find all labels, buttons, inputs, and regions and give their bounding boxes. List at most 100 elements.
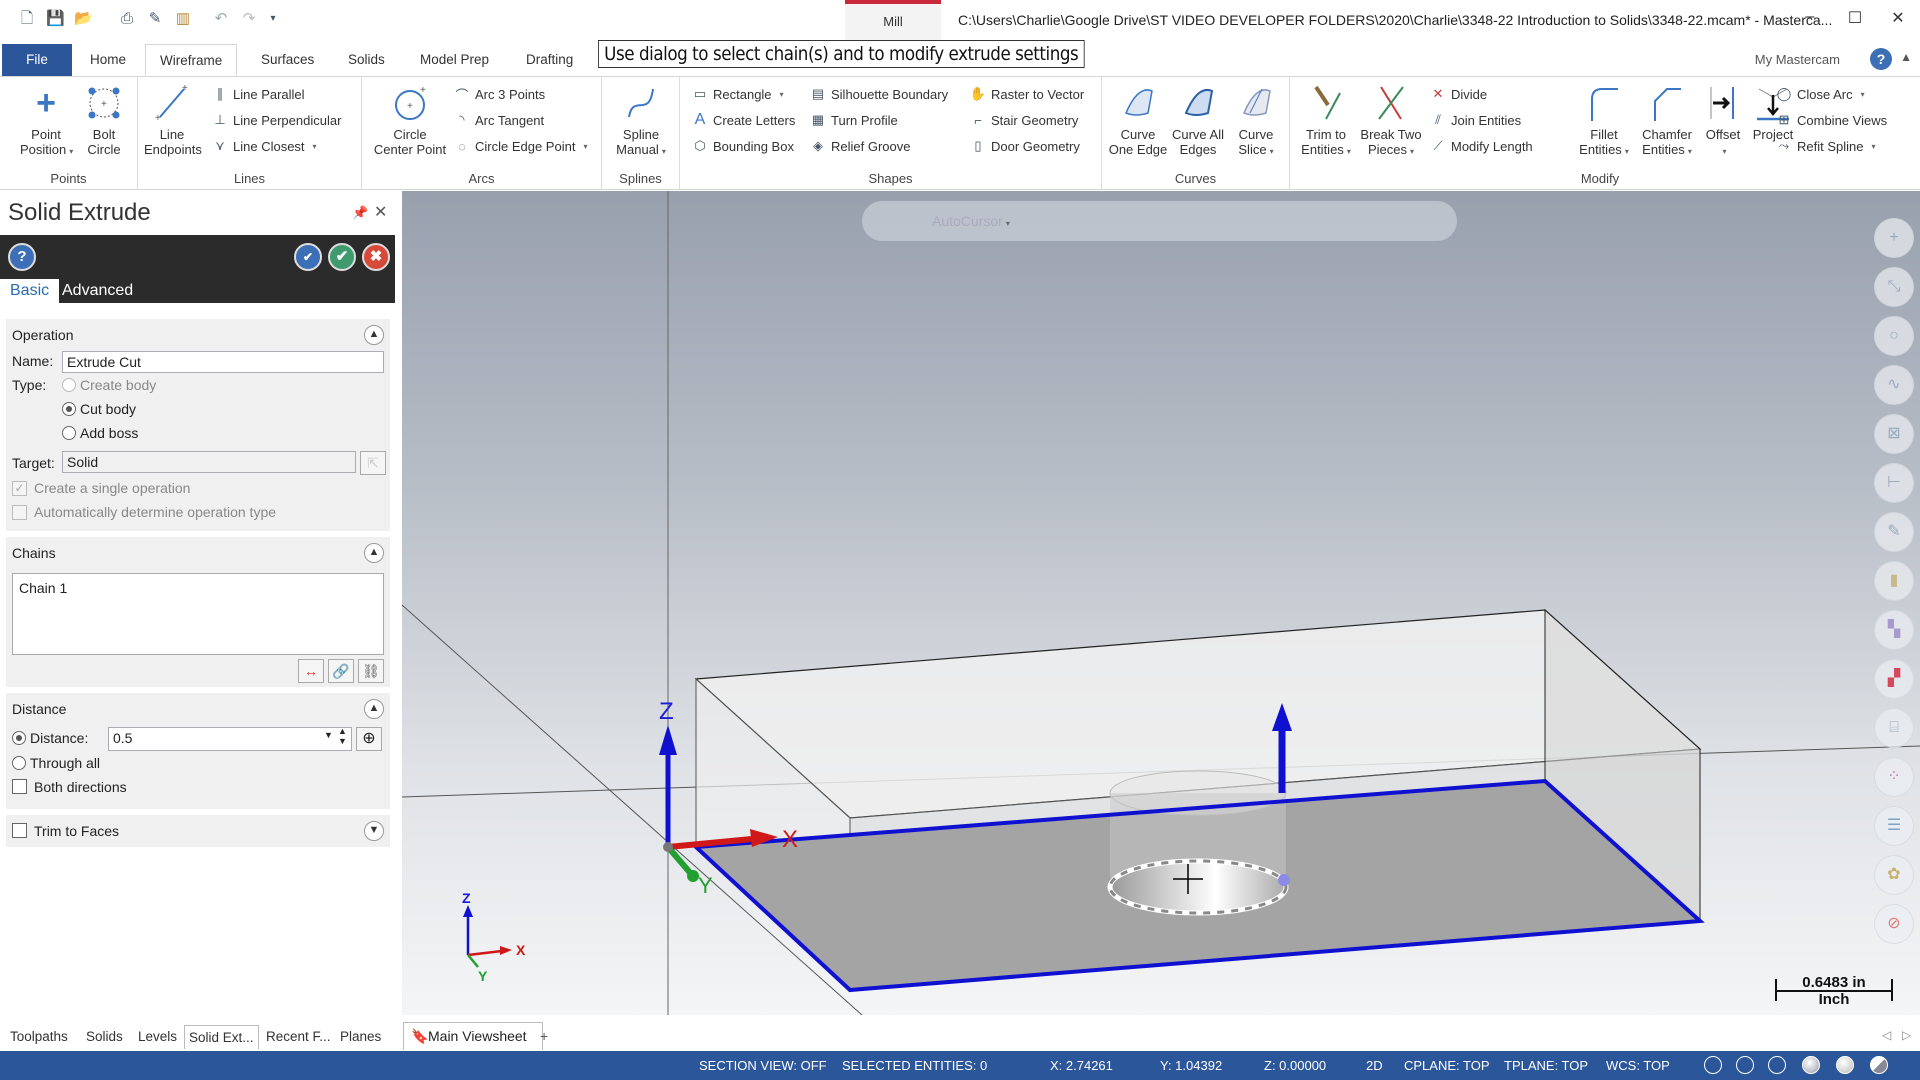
quick-mask-point-icon[interactable]: + [1874,218,1914,258]
arc-tangent-button[interactable]: ◝ Arc Tangent [454,109,544,131]
relief-groove-button[interactable]: ◈ Relief Groove [810,135,910,157]
distance-dropdown-icon[interactable]: ▼ [324,730,333,740]
rechain-button[interactable]: ⛓ [358,659,384,683]
join-entities-button[interactable]: ⫽ Join Entities [1430,109,1521,131]
select-target-button[interactable]: ⇱ [360,451,386,475]
name-input[interactable]: Extrude Cut [62,351,384,373]
circle-edge-point-button[interactable]: ◌ Circle Edge Point ▾ [454,135,587,157]
trim-to-faces-checkbox[interactable] [12,823,27,838]
reverse-chain-button[interactable]: ↔ [298,659,324,683]
quick-mask-layers-icon[interactable]: ☰ [1874,806,1914,846]
tab-planes[interactable]: Planes [336,1025,385,1049]
turn-profile-button[interactable]: ▦ Turn Profile [810,109,898,131]
modify-length-button[interactable]: ⟋ Modify Length [1430,135,1532,157]
collapse-ribbon-icon[interactable]: ▲ [1900,50,1912,64]
zip2go-icon[interactable]: ▥ [174,10,192,28]
section-view-status[interactable]: SECTION VIEW: OFF [699,1058,827,1073]
distance-radio[interactable] [12,731,26,745]
chain-list[interactable]: Chain 1 [12,573,384,655]
new-file-icon[interactable]: 🗋 [18,10,36,28]
minimize-button[interactable]: – [1800,8,1820,26]
close-panel-icon[interactable]: ✕ [374,202,387,222]
close-button[interactable]: ✕ [1888,8,1908,28]
scroll-left-icon[interactable]: ◁ [1882,1028,1891,1042]
create-letters-button[interactable]: A Create Letters [692,109,796,131]
mill-context-tab[interactable]: Mill [845,0,941,40]
expand-trim-button[interactable]: ▼ [364,821,384,841]
quick-mask-level-icon[interactable]: ▚ [1874,610,1914,650]
undo-icon[interactable]: ↶ [212,10,230,28]
close-arc-button[interactable]: ◯ Close Arc ▾ [1776,83,1865,105]
redo-icon[interactable]: ↷ [240,10,258,28]
add-viewsheet-button[interactable]: + [540,1028,548,1044]
tab-recent-functions[interactable]: Recent F... [262,1025,335,1049]
quick-mask-arc-icon[interactable]: ○ [1874,316,1914,356]
add-chain-button[interactable]: 🔗 [328,659,354,683]
chain-item[interactable]: Chain 1 [19,580,67,596]
silhouette-boundary-button[interactable]: ▤ Silhouette Boundary [810,83,948,105]
tab-advanced[interactable]: Advanced [52,279,143,303]
tab-solids-manager[interactable]: Solids [82,1025,127,1049]
collapse-operation-button[interactable]: ▲ [364,325,384,345]
distance-spinner-icon[interactable]: ▲ ▼ [338,726,347,746]
tab-model-prep[interactable]: Model Prep [406,44,503,76]
tab-file[interactable]: File [2,44,72,76]
arc-3-points-button[interactable]: ⌒ Arc 3 Points [454,83,545,105]
stair-geometry-button[interactable]: ⌐ Stair Geometry [970,109,1078,131]
spline-manual-button[interactable]: Spline Manual ▾ [610,83,672,159]
ok-and-create-new-button[interactable]: ✔ [294,243,322,271]
single-operation-checkbox[interactable]: ✓ [12,481,27,496]
tab-solid-extrude[interactable]: Solid Ext... [184,1025,259,1049]
autocursor-dropdown[interactable]: AutoCursor [932,213,1003,229]
quick-mask-surface-icon[interactable]: ⊠ [1874,414,1914,454]
fillet-entities-button[interactable]: Fillet Entities ▾ [1576,83,1632,159]
print-icon[interactable]: ⎙ [118,10,136,28]
break-two-pieces-button[interactable]: Break Two Pieces ▾ [1358,83,1424,159]
target-field[interactable]: Solid [62,451,356,473]
offset-button[interactable]: Offset ▾ [1700,83,1746,159]
raster-to-vector-button[interactable]: ✋ Raster to Vector [970,83,1084,105]
point-position-button[interactable]: + Point Position ▾ [20,83,73,159]
help-button[interactable]: ? [8,243,36,271]
y-coordinate[interactable]: Y: 1.04392 [1160,1058,1222,1073]
collapse-distance-button[interactable]: ▲ [364,699,384,719]
tab-basic[interactable]: Basic [0,279,60,303]
ok-button[interactable]: ✔ [328,243,356,271]
line-endpoints-button[interactable]: + + Line Endpoints [144,83,202,157]
divide-button[interactable]: ✕ Divide [1430,83,1488,105]
through-all-radio[interactable] [12,756,26,770]
hidden-line-icon[interactable] [1736,1056,1754,1074]
curve-slice-button[interactable]: Curve Slice ▾ [1230,83,1282,159]
translucency-icon[interactable] [1870,1056,1888,1074]
x-coordinate[interactable]: X: 2.74261 [1050,1058,1113,1073]
graphics-viewport[interactable]: Z X Y Z X Y AutoCursor ▾ + ⤡ ○ ∿ ⊠ ⊢ ✎ ▮ … [402,191,1920,1015]
refit-spline-button[interactable]: ⤳ Refit Spline ▾ [1776,135,1876,157]
line-closest-button[interactable]: ⋎ Line Closest ▾ [212,135,316,157]
create-body-radio[interactable] [62,378,76,392]
curve-one-edge-button[interactable]: Curve One Edge [1108,83,1168,157]
tab-levels[interactable]: Levels [134,1025,181,1049]
bounding-box-button[interactable]: ⬡ Bounding Box [692,135,794,157]
z-coordinate[interactable]: Z: 0.00000 [1264,1058,1326,1073]
chamfer-entities-button[interactable]: Chamfer Entities ▾ [1636,83,1698,159]
bolt-circle-button[interactable]: + Bolt Circle [82,83,126,157]
tplane-status[interactable]: TPLANE: TOP [1504,1058,1588,1073]
quick-mask-dimension-icon[interactable]: ⊢ [1874,463,1914,503]
tab-wireframe[interactable]: Wireframe [145,44,238,76]
shaded-edges-icon[interactable] [1836,1056,1854,1074]
tab-drafting[interactable]: Drafting [512,44,587,76]
tab-surfaces[interactable]: Surfaces [247,44,328,76]
save-icon[interactable]: 💾 [46,10,65,28]
scroll-right-icon[interactable]: ▷ [1902,1028,1911,1042]
circle-center-point-button[interactable]: + + Circle Center Point [370,83,450,157]
quick-mask-solid-icon[interactable]: ▮ [1874,561,1914,601]
tab-home[interactable]: Home [76,44,140,76]
door-geometry-button[interactable]: ▯ Door Geometry [970,135,1079,157]
customize-toolbar-icon[interactable]: ▾ [264,10,282,28]
cplane-status[interactable]: CPLANE: TOP [1404,1058,1490,1073]
help-icon[interactable]: ? [1870,48,1892,70]
hidden-line-removed-icon[interactable] [1768,1056,1786,1074]
maximize-button[interactable]: ☐ [1845,8,1865,28]
quick-mask-line-icon[interactable]: ⤡ [1874,267,1914,307]
wcs-status[interactable]: WCS: TOP [1606,1058,1670,1073]
